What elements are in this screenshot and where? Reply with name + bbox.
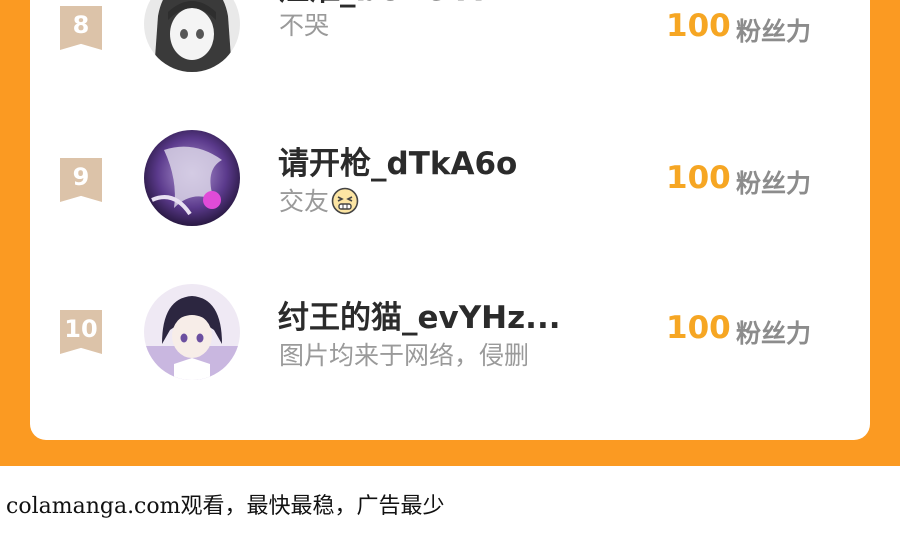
avatar[interactable] [144, 130, 240, 226]
leaderboard-row-8[interactable]: 8 江淮_bUVeIA 不哭 100 粉丝力 [30, 0, 870, 80]
leaderboard-row-9[interactable]: 9 请开枪_dTkA6o 交友 100 粉丝力 [30, 124, 870, 234]
watermark-footer-text: colamanga.com观看，最快最稳，广告最少 [6, 494, 445, 519]
fan-score: 100 [666, 160, 731, 196]
user-name: 请开枪_dTkA6o [278, 146, 518, 182]
user-subtitle-row: 交友 [279, 182, 359, 218]
rank-badge: 10 [60, 310, 102, 354]
fan-score: 100 [666, 310, 731, 346]
leaderboard-row-10[interactable]: 10 纣王的猫_evYHz... 图片均来于网络，侵删 100 粉丝力 [30, 278, 870, 388]
user-subtitle: 交友 [279, 187, 330, 216]
leaderboard-card: 8 江淮_bUVeIA 不哭 100 粉丝力 9 [30, 0, 870, 440]
avatar[interactable] [144, 284, 240, 380]
rank-badge: 9 [60, 158, 102, 202]
user-name: 纣王的猫_evYHz... [278, 300, 561, 336]
avatar[interactable] [144, 0, 240, 72]
fan-score-unit: 粉丝力 [736, 169, 812, 198]
user-subtitle: 不哭 [279, 11, 330, 40]
user-subtitle: 图片均来于网络，侵删 [279, 341, 530, 370]
fan-score-unit: 粉丝力 [736, 319, 812, 348]
rank-badge: 8 [60, 6, 102, 50]
fan-score-unit: 粉丝力 [736, 17, 812, 46]
fan-score: 100 [666, 8, 731, 44]
grimace-emoji-icon [331, 187, 359, 215]
